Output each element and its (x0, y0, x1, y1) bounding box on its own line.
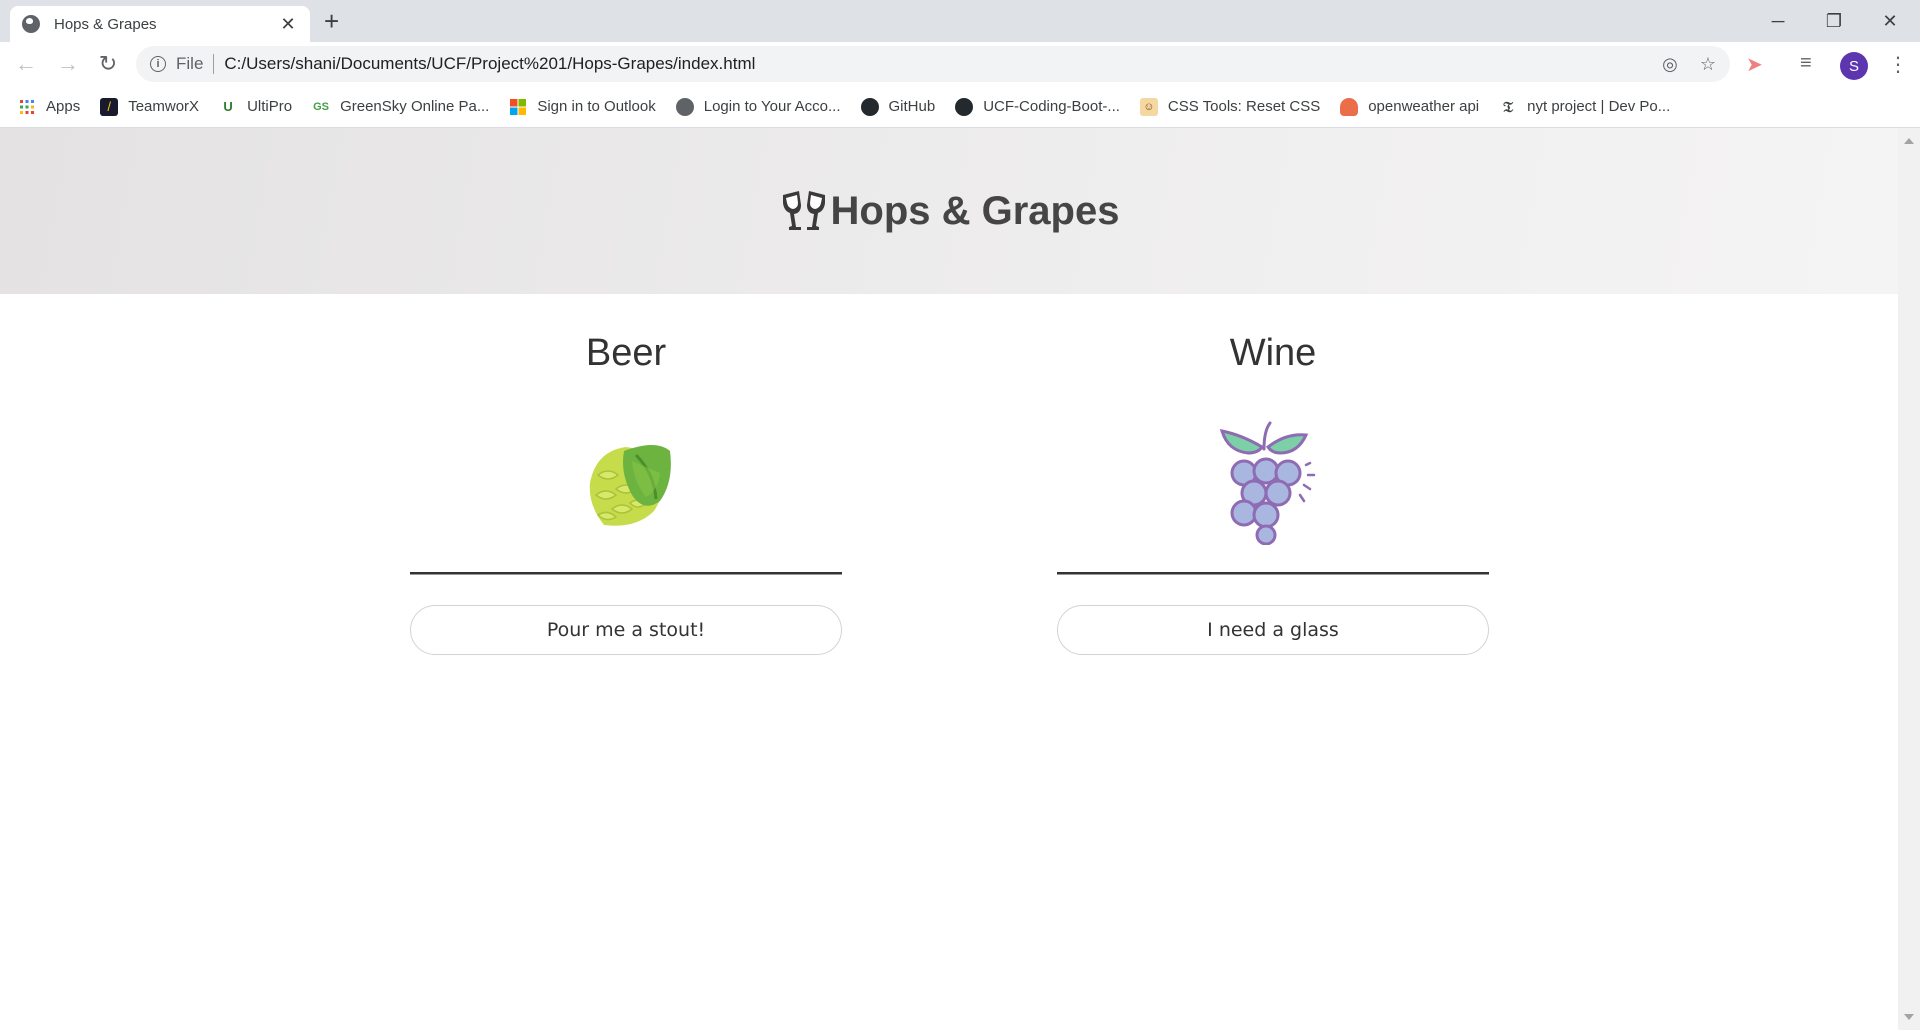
bookmark-label: Apps (46, 98, 81, 115)
bookmark-teamworx[interactable]: / TeamworX (100, 97, 200, 116)
ultipro-icon: U (223, 99, 233, 114)
site-info-icon[interactable]: i (150, 56, 166, 72)
beer-art (410, 418, 842, 548)
scroll-down-icon[interactable] (1904, 1014, 1914, 1020)
beer-divider (410, 572, 842, 575)
bookmark-star-icon[interactable]: ☆ (1700, 54, 1716, 75)
minimize-icon[interactable]: ─ (1750, 0, 1806, 42)
hero-banner: Hops & Grapes (0, 128, 1898, 294)
wine-column: Wine I need a glass (1057, 294, 1489, 655)
beer-column: Beer Pour me a stout! (410, 294, 842, 655)
restore-icon[interactable]: ❐ (1806, 0, 1862, 42)
extension-icon[interactable]: ➤ (1746, 52, 1763, 77)
bookmark-label: CSS Tools: Reset CSS (1167, 98, 1321, 115)
tab-title: Hops & Grapes (54, 15, 157, 33)
grapes-icon (1219, 421, 1316, 545)
bookmark-apps[interactable]: Apps (18, 98, 80, 116)
bookmark-label: GitHub (888, 98, 936, 115)
bookmark-label: Login to Your Acco... (703, 98, 841, 115)
wine-heading: Wine (1229, 332, 1317, 374)
scroll-up-icon[interactable] (1904, 138, 1914, 144)
css-tools-icon: ☺ (1139, 97, 1158, 116)
pour-stout-button[interactable]: Pour me a stout! (410, 605, 842, 655)
bookmark-label: UCF-Coding-Boot-... (983, 98, 1120, 115)
bookmark-nyt[interactable]: 𝔗 nyt project | Dev Po... (1499, 98, 1670, 116)
globe-icon (22, 15, 40, 33)
teamworx-icon: / (100, 97, 119, 116)
openweather-icon (1340, 97, 1359, 116)
bookmark-greensky[interactable]: GS GreenSky Online Pa... (312, 98, 489, 116)
site-title: Hops & Grapes (779, 188, 1120, 234)
github-icon (860, 97, 879, 116)
close-tab-icon[interactable]: ✕ (278, 14, 298, 35)
bookmark-label: Sign in to Outlook (537, 98, 656, 115)
reload-icon[interactable]: ↻ (94, 50, 122, 78)
menu-kebab-icon[interactable]: ⋮ (1888, 52, 1908, 77)
address-scheme: File (176, 54, 204, 73)
bookmark-github[interactable]: GitHub (860, 97, 936, 116)
bookmark-label: GreenSky Online Pa... (340, 98, 490, 115)
wine-art (1057, 418, 1489, 548)
bookmark-openweather[interactable]: openweather api (1340, 97, 1480, 116)
bookmark-css-tools[interactable]: ☺ CSS Tools: Reset CSS (1139, 97, 1321, 116)
page-scrollbar[interactable] (1898, 128, 1920, 1030)
bookmark-label: TeamworX (128, 98, 200, 115)
tab-strip: Hops & Grapes ✕ + ─ ❐ ✕ (0, 0, 1920, 42)
bookmark-outlook[interactable]: Sign in to Outlook (509, 98, 656, 116)
bookmark-login[interactable]: Login to Your Acco... (675, 97, 841, 116)
bookmarks-bar: Apps / TeamworX U UltiPro GS GreenSky On… (0, 86, 1920, 128)
browser-toolbar: ← → ↻ i File C:/Users/shani/Documents/UC… (0, 42, 1920, 86)
site-title-text: Hops & Grapes (830, 188, 1120, 233)
address-url[interactable]: C:/Users/shani/Documents/UCF/Project%201… (224, 54, 1640, 74)
nyt-icon: 𝔗 (1503, 97, 1514, 116)
close-window-icon[interactable]: ✕ (1862, 0, 1918, 42)
github-icon (955, 97, 974, 116)
forward-icon[interactable]: → (54, 50, 82, 78)
browser-tab[interactable]: Hops & Grapes ✕ (10, 6, 310, 42)
address-separator (213, 54, 215, 74)
apps-grid-icon (18, 98, 36, 116)
media-queue-icon[interactable]: ≡ (1800, 52, 1812, 75)
new-tab-icon[interactable]: + (324, 8, 339, 34)
bookmark-label: openweather api (1368, 98, 1480, 115)
address-bar[interactable]: i File C:/Users/shani/Documents/UCF/Proj… (136, 46, 1730, 82)
greensky-icon: GS (313, 100, 330, 113)
web-page: Hops & Grapes Beer Pour me a stout! Wine… (0, 128, 1898, 1030)
hop-cone-icon (589, 445, 671, 526)
back-icon[interactable]: ← (12, 50, 40, 78)
need-glass-button[interactable]: I need a glass (1057, 605, 1489, 655)
beer-heading: Beer (585, 332, 667, 374)
bookmark-label: nyt project | Dev Po... (1527, 98, 1671, 115)
globe-icon (675, 97, 694, 116)
bookmark-label: UltiPro (247, 98, 293, 115)
location-target-icon[interactable]: ◎ (1662, 54, 1678, 75)
bookmark-ultipro[interactable]: U UltiPro (219, 98, 292, 116)
wine-divider (1057, 572, 1489, 575)
profile-avatar[interactable]: S (1840, 52, 1868, 80)
clinking-glasses-icon (782, 191, 825, 230)
microsoft-icon (509, 98, 527, 116)
bookmark-ucf-bootcamp[interactable]: UCF-Coding-Boot-... (955, 97, 1120, 116)
